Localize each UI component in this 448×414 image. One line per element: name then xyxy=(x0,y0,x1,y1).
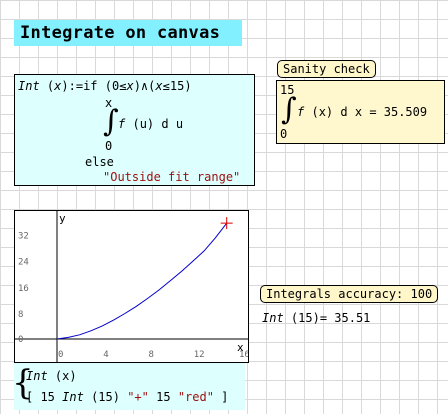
int-15-result: Int (15)= 35.51 xyxy=(262,311,371,325)
integral-sign-icon: ∫ xyxy=(103,104,119,139)
plot-expression-region[interactable]: { Int (x) [ 15 Int (15) "+" 15 "red" ] xyxy=(12,362,245,410)
y-tick-label: 24 xyxy=(18,258,29,268)
fallback-string: "Outside fit range" xyxy=(103,170,241,184)
x-tick-label: 4 xyxy=(103,350,108,360)
x-axis-label: x xyxy=(237,341,244,354)
sanity-integral-sign-icon: ∫ xyxy=(281,92,297,127)
sanity-integrand: f (x) d x = 35.509 xyxy=(297,105,428,119)
chart-canvas: 0 4 8 12 1608162432yx xyxy=(15,211,248,362)
plot-expr-line1: Int (x) xyxy=(26,369,77,383)
int-definition-region[interactable]: Int (x):=if (0≤x)∧(x≤15) x ∫ f (u) d u 0… xyxy=(14,74,255,186)
integrals-accuracy-label[interactable]: Integrals accuracy: 100 xyxy=(260,285,439,303)
plot-expr-line2: [ 15 Int (15) "+" 15 "red" ] xyxy=(26,390,229,404)
y-tick-label: 8 xyxy=(18,310,23,320)
y-tick-label: 16 xyxy=(18,284,29,294)
x-tick-label: 8 xyxy=(149,350,154,360)
y-tick-label: 0 xyxy=(18,335,23,345)
definition-text: Int (x):=if (0≤x)∧(x≤15) xyxy=(18,79,192,93)
sanity-check-label[interactable]: Sanity check xyxy=(277,60,376,78)
y-axis-label: y xyxy=(59,212,66,225)
plot-region[interactable]: 0 4 8 12 16 0 8 16 24 32 y x xyxy=(14,210,249,363)
integrand-text: f (u) d u xyxy=(118,117,184,131)
sanity-check-region[interactable]: 15 ∫ f (x) d x = 35.509 0 xyxy=(276,80,445,144)
x-tick-label: 12 xyxy=(194,350,205,360)
page-title: Integrate on canvas xyxy=(14,20,242,46)
else-keyword: else xyxy=(85,155,114,169)
int-curve-line xyxy=(56,222,228,340)
sanity-lower-limit: 0 xyxy=(280,127,288,141)
integral-lower-limit: 0 xyxy=(105,139,113,153)
x-tick-label: 0 xyxy=(58,350,63,360)
y-tick-label: 32 xyxy=(18,232,29,242)
